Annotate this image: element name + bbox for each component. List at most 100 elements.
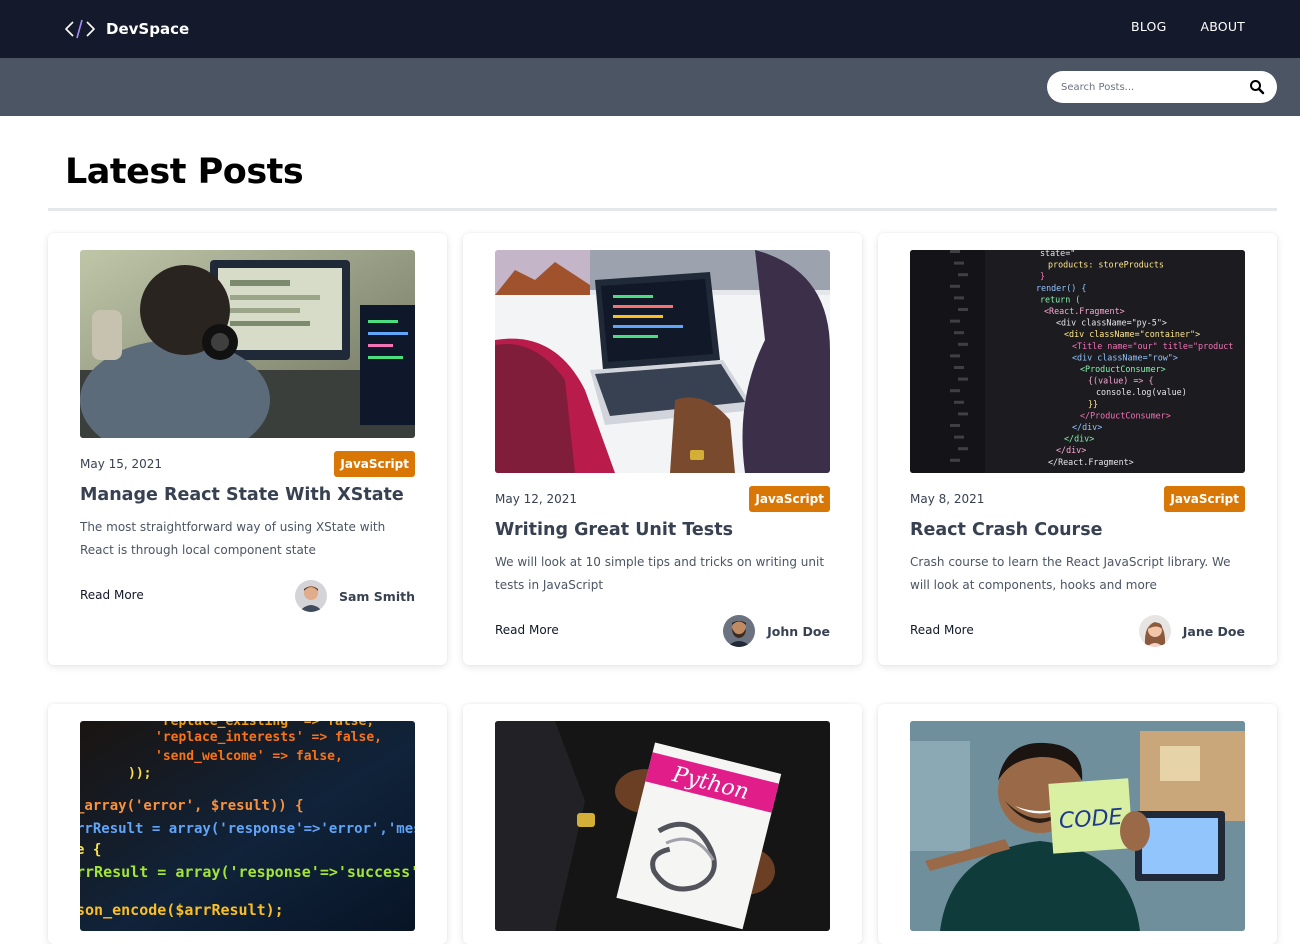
code-line: } [1040,271,1045,281]
post-excerpt: We will look at 10 simple tips and trick… [495,555,825,592]
search-icon[interactable] [1249,79,1265,95]
line-number [954,261,964,265]
code-line: _array('error', $result)) { [80,798,304,814]
line-number [954,400,964,404]
author-name: John Doe [767,623,830,639]
heading-divider [48,208,1277,211]
post-meta: May 8, 2021 JavaScript [910,486,1245,512]
post-meta: May 12, 2021 JavaScript [495,486,830,512]
post-author: John Doe [723,615,830,647]
code-line: rrResult = array('response'=>'error','me… [80,821,415,837]
line-number [958,308,968,311]
post-footer: Read More Sam Smith [80,580,415,612]
line-number [950,250,960,253]
search-box [1047,71,1277,103]
category-badge[interactable]: JavaScript [1164,486,1245,512]
post-image[interactable]: 'replace_existing' => false, 'replace_in… [80,721,415,931]
code-line: <div className="row"> [1072,352,1178,362]
note-text: CODE [1058,805,1123,834]
read-more-link[interactable]: Read More [910,623,974,637]
author-name: Jane Doe [1182,623,1245,639]
code-line: e { [80,842,101,858]
category-badge[interactable]: JavaScript [334,451,415,477]
line-number [954,366,964,369]
avatar [723,615,756,647]
code-line: {(value) => { [1088,376,1154,386]
page-title: Latest Posts [65,152,304,192]
category-badge[interactable]: JavaScript [749,486,830,512]
code-line: <Title name="our" title="product [1072,341,1233,351]
post-title[interactable]: React Crash Course [910,520,1245,540]
read-more-link[interactable]: Read More [80,588,144,602]
line-number [958,412,968,416]
avatar [1138,615,1171,647]
line-number [958,342,968,346]
post-author: Jane Doe [1138,615,1245,647]
search-bar-section [0,58,1300,116]
line-number [954,331,964,335]
code-line: 'replace_interests' => false, [155,730,382,745]
code-line: rrResult = array('response'=>'success'); [80,863,415,881]
post-card: CODE [878,704,1277,944]
search-input[interactable] [1061,79,1241,95]
code-line: </React.Fragment> [1048,457,1134,467]
post-footer: Read More Jane Doe [910,615,1245,647]
post-card: Python [463,704,862,944]
post-title[interactable]: Writing Great Unit Tests [495,520,830,540]
code-line: </ProductConsumer> [1080,410,1171,420]
post-excerpt: Crash course to learn the React JavaScri… [910,555,1231,592]
line-number [954,435,964,439]
line-number [950,284,960,288]
post-image[interactable]: state=" products: storeProducts} render() … [910,250,1245,473]
line-number [954,296,964,300]
nav-link-blog[interactable]: BLOG [1131,19,1166,34]
post-image[interactable]: Python [495,721,830,931]
code-line: )); [128,766,151,781]
code-line: 'replace_existing' => false, [155,721,374,729]
code-line: <React.Fragment> [1044,306,1125,316]
post-meta: May 15, 2021 JavaScript [80,451,415,477]
author-name: Sam Smith [338,588,415,604]
post-card: 'replace_existing' => false, 'replace_in… [48,704,447,944]
read-more-link[interactable]: Read More [495,623,559,637]
code-line: </div> [1056,445,1086,455]
line-number [950,319,960,323]
code-line: products: storeProducts [1048,260,1164,270]
post-footer: Read More John Doe [495,615,830,647]
code-line: 'send_welcome' => false, [155,749,343,764]
post-excerpt: The most straightforward way of using XS… [80,520,386,557]
post-card: state=" products: storeProducts} render() … [878,233,1277,665]
brand-name: DevSpace [106,20,190,38]
line-number [950,424,960,427]
post-date: May 8, 2021 [910,492,985,506]
code-line: </div> [1064,434,1094,444]
code-line: </div> [1072,422,1102,432]
code-line: }} [1088,399,1098,409]
brand-link[interactable]: DevSpace [64,16,189,42]
top-navbar: DevSpace BLOG ABOUT [0,0,1300,58]
post-image[interactable]: CODE [910,721,1245,931]
code-line: render() { [1036,283,1086,293]
post-card: May 12, 2021 JavaScript Writing Great Un… [463,233,862,665]
code-line: return ( [1040,294,1080,304]
post-title[interactable]: Manage React State With XState [80,485,415,505]
code-line: <div className="container"> [1064,329,1200,339]
line-number [958,273,968,277]
nav-link-about[interactable]: ABOUT [1200,19,1245,34]
post-author: Sam Smith [294,580,415,612]
line-number [950,354,960,358]
code-line: state=" [1040,250,1075,258]
line-number [958,447,968,451]
line-number [958,377,968,381]
avatar [294,580,327,612]
code-line: console.log(value) [1096,387,1187,397]
line-number [950,389,960,393]
post-image[interactable] [495,250,830,473]
code-icon [65,19,95,39]
line-number [950,458,960,462]
code-line: son_encode($arrResult); [80,901,284,919]
post-date: May 15, 2021 [80,457,163,471]
code-line: <ProductConsumer> [1080,364,1166,374]
post-date: May 12, 2021 [495,492,578,506]
post-image[interactable] [80,250,415,438]
